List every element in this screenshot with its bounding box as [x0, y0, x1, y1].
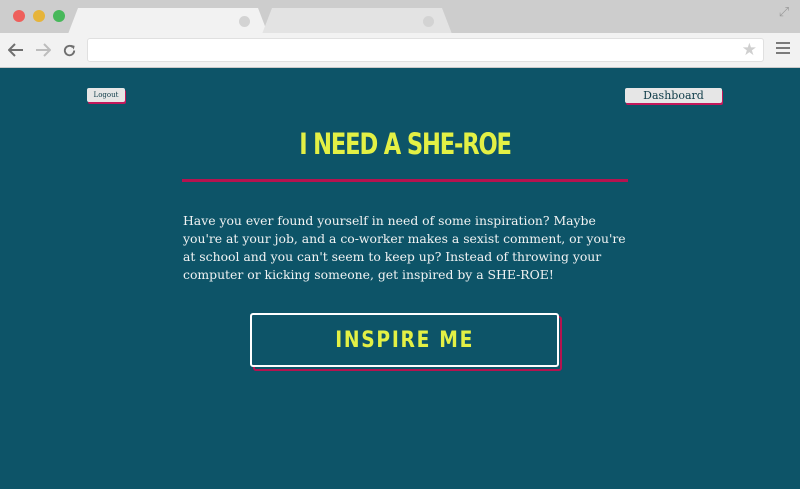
address-bar[interactable]: ★	[87, 38, 764, 62]
close-window-icon[interactable]	[13, 10, 25, 22]
expand-icon[interactable]: ⤢	[776, 4, 792, 20]
forward-arrow-icon[interactable]	[33, 39, 53, 61]
tab-close-icon[interactable]	[423, 16, 434, 27]
back-arrow-icon[interactable]	[6, 39, 26, 61]
browser-tab-active[interactable]	[68, 8, 268, 34]
tab-close-icon[interactable]	[239, 16, 250, 27]
reload-icon[interactable]	[59, 39, 79, 61]
browser-toolbar: ★	[0, 33, 800, 68]
maximize-window-icon[interactable]	[53, 10, 65, 22]
menu-icon[interactable]	[776, 42, 790, 56]
inspire-button-wrapper: INSPIRE ME	[250, 313, 562, 371]
tab-strip: ⤢	[0, 0, 800, 33]
browser-chrome: ⤢ ★	[0, 0, 800, 68]
logout-button[interactable]: Logout	[87, 88, 125, 102]
minimize-window-icon[interactable]	[33, 10, 45, 22]
inspire-me-label: INSPIRE ME	[335, 327, 474, 353]
star-icon[interactable]: ★	[742, 40, 757, 60]
inspire-me-button[interactable]: INSPIRE ME	[250, 313, 559, 367]
intro-text: Have you ever found yourself in need of …	[183, 213, 626, 282]
page-title: I NEED A SHE-ROE	[299, 127, 512, 161]
browser-tab-inactive[interactable]	[262, 8, 452, 34]
title-divider	[182, 179, 628, 182]
dashboard-button[interactable]: Dashboard	[625, 88, 722, 103]
